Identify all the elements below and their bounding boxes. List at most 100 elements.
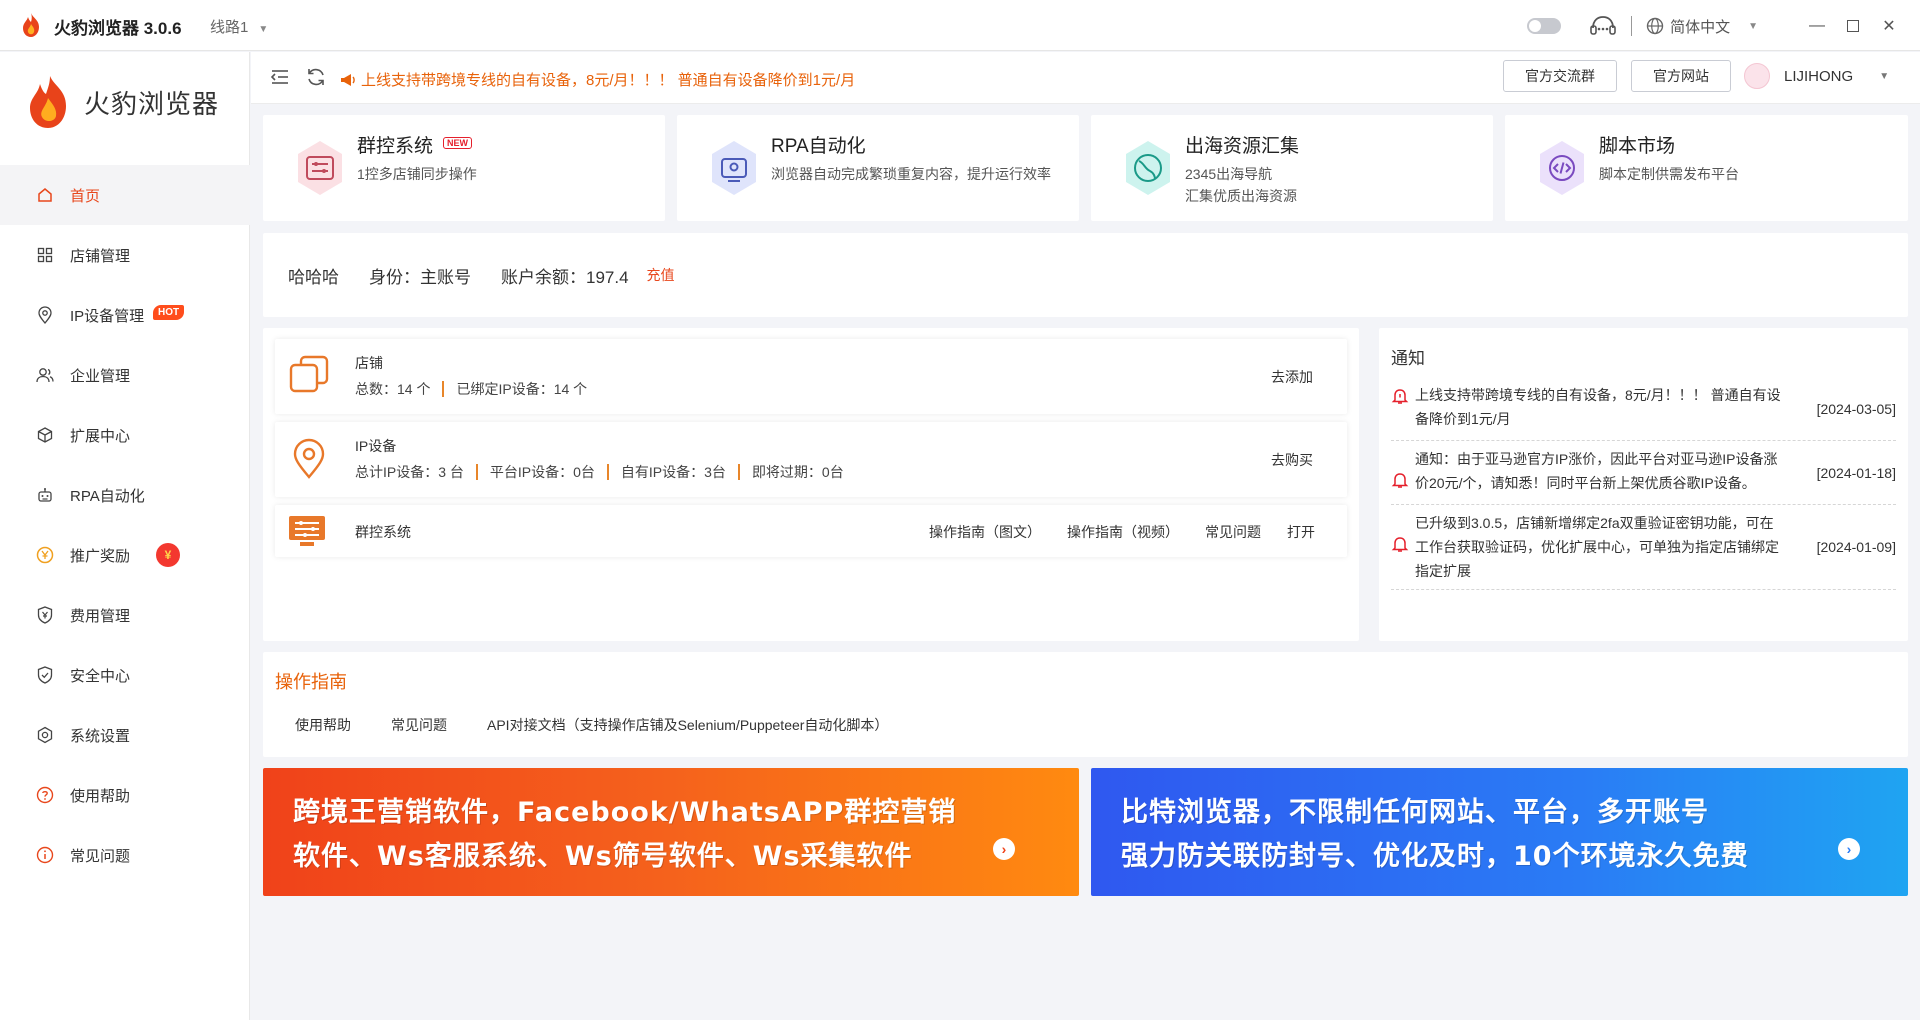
- ad-banner-marketing[interactable]: 跨境王营销软件，Facebook/WhatsAPP群控营销 软件、Ws客服系统、…: [263, 768, 1079, 896]
- open-link[interactable]: 打开: [1287, 522, 1315, 542]
- shield-money-icon: [36, 606, 54, 624]
- official-group-button[interactable]: 官方交流群: [1503, 60, 1617, 92]
- customer-service-icon[interactable]: [1589, 14, 1617, 38]
- brand-name: 火豹浏览器: [84, 88, 220, 119]
- sidebar-item-rpa[interactable]: RPA自动化: [0, 465, 250, 525]
- group-control-title: 群控系统: [355, 524, 411, 540]
- feature-desc: 浏览器自动完成繁琐重复内容，提升运行效率: [771, 166, 1051, 182]
- line-selector[interactable]: 线路1 ▼: [210, 16, 268, 37]
- notice-title: 通知: [1391, 349, 1425, 368]
- account-name: 哈哈哈: [288, 267, 339, 287]
- announcement-text: 上线支持带跨境专线的自有设备，8元/月！！！ 普通自有设备降价到1元/月: [361, 72, 856, 89]
- rpa-icon: [712, 141, 756, 195]
- bell-icon: [1391, 389, 1409, 404]
- guide-help-link[interactable]: 使用帮助: [295, 715, 351, 735]
- sidebar-item-label: 首页: [70, 187, 101, 205]
- faq-link[interactable]: 常见问题: [1205, 522, 1261, 542]
- recharge-link[interactable]: 充值: [647, 265, 675, 285]
- store-stats: 总数：14 个已绑定IP设备：14 个: [355, 381, 588, 397]
- notice-date: [2024-01-18]: [1816, 464, 1896, 481]
- window-title: 火豹浏览器 3.0.6: [54, 19, 182, 38]
- sidebar-item-label: 安全中心: [70, 667, 131, 685]
- users-icon: [36, 366, 54, 384]
- group-control-icon: [298, 141, 342, 195]
- banner-line: 强力防关联防封号、优化及时，10个环境永久免费: [1121, 841, 1749, 872]
- group-control-row: 群控系统 操作指南（图文） 操作指南（视频） 常见问题 打开: [275, 505, 1347, 557]
- feature-desc: 1控多店铺同步操作: [357, 166, 477, 182]
- refresh-icon[interactable]: [305, 66, 327, 88]
- store-copy-icon: [289, 355, 329, 393]
- sidebar-item-billing[interactable]: 费用管理: [0, 585, 250, 645]
- notice-item[interactable]: 已升级到3.0.5，店铺新增绑定2fa双重验证密钥功能，可在工作台获取验证码，优…: [1391, 505, 1896, 590]
- guide-api-link[interactable]: API对接文档（支持操作店铺及Selenium/Puppeteer自动化脚本）: [487, 715, 888, 735]
- feature-title: 脚本市场: [1599, 136, 1676, 157]
- close-button[interactable]: ✕: [1878, 15, 1900, 37]
- notice-date: [2024-03-05]: [1816, 400, 1896, 417]
- collapse-menu-icon[interactable]: [269, 66, 291, 88]
- buy-ip-link[interactable]: 去购买: [1271, 450, 1313, 470]
- banner-line: 比特浏览器，不限制任何网站、平台，多开账号: [1121, 797, 1709, 828]
- feature-card-scripts[interactable]: 脚本市场 脚本定制供需发布平台: [1505, 115, 1908, 221]
- user-menu[interactable]: LIJIHONG ▼: [1744, 63, 1889, 89]
- store-title: 店铺: [355, 355, 383, 371]
- sidebar-nav: 首页 店铺管理 IP设备管理 HOT 企业管理 扩展中心 RPA自动化 推广奖励…: [0, 165, 250, 885]
- guide-title: 操作指南: [275, 672, 347, 692]
- sidebar-item-home[interactable]: 首页: [0, 165, 250, 225]
- add-store-link[interactable]: 去添加: [1271, 367, 1313, 387]
- sidebar-item-ip-devices[interactable]: IP设备管理 HOT: [0, 285, 250, 345]
- feature-card-resources[interactable]: 出海资源汇集 2345出海导航 汇集优质出海资源: [1091, 115, 1493, 221]
- sidebar-item-enterprise[interactable]: 企业管理: [0, 345, 250, 405]
- language-selector[interactable]: 简体中文 ▼: [1646, 16, 1758, 37]
- chevron-down-icon: ▼: [1748, 20, 1758, 32]
- sidebar-item-faq[interactable]: 常见问题: [0, 825, 250, 885]
- hot-badge: HOT: [153, 305, 185, 320]
- script-market-icon: [1540, 141, 1584, 195]
- language-label: 简体中文: [1670, 18, 1731, 36]
- settings-icon: [36, 726, 54, 744]
- guide-text-link[interactable]: 操作指南（图文）: [929, 522, 1041, 542]
- sidebar-item-label: 店铺管理: [70, 247, 131, 265]
- sidebar-item-label: 扩展中心: [70, 427, 131, 445]
- red-envelope-badge: ¥: [156, 543, 180, 567]
- globe-resources-icon: [1126, 141, 1170, 195]
- ip-stats: 总计IP设备：3 台平台IP设备：0台 自有IP设备：3台 即将过期：0台: [355, 464, 844, 480]
- grid-icon: [36, 246, 54, 264]
- feature-card-group-control[interactable]: 群控系统 NEW 1控多店铺同步操作: [263, 115, 665, 221]
- globe-icon: [1646, 17, 1664, 35]
- group-control-links: 操作指南（图文） 操作指南（视频） 常见问题 打开: [929, 522, 1315, 542]
- sidebar-item-referral[interactable]: 推广奖励 ¥: [0, 525, 250, 585]
- guide-video-link[interactable]: 操作指南（视频）: [1067, 522, 1179, 542]
- minimize-button[interactable]: —: [1806, 15, 1828, 37]
- store-row: 店铺 总数：14 个已绑定IP设备：14 个 去添加: [275, 339, 1347, 414]
- notice-item[interactable]: 通知：由于亚马逊官方IP涨价，因此平台对亚马逊IP设备涨价20元/个，请知悉！同…: [1391, 441, 1896, 505]
- account-summary: 哈哈哈 身份：主账号 账户余额：197.4 充值: [263, 233, 1908, 317]
- theme-toggle[interactable]: [1527, 18, 1562, 34]
- help-icon: [36, 786, 54, 804]
- sidebar-item-stores[interactable]: 店铺管理: [0, 225, 250, 285]
- official-site-button[interactable]: 官方网站: [1631, 60, 1731, 92]
- operation-guide: 操作指南 使用帮助 常见问题 API对接文档（支持操作店铺及Selenium/P…: [263, 652, 1908, 757]
- sidebar: 火豹浏览器 首页 店铺管理 IP设备管理 HOT 企业管理 扩展中心 RPA自动…: [0, 52, 250, 1020]
- sidebar-item-security[interactable]: 安全中心: [0, 645, 250, 705]
- announcement-banner[interactable]: 上线支持带跨境专线的自有设备，8元/月！！！ 普通自有设备降价到1元/月: [339, 69, 855, 90]
- sidebar-item-label: 使用帮助: [70, 787, 131, 805]
- ad-banner-browser[interactable]: 比特浏览器，不限制任何网站、平台，多开账号 强力防关联防封号、优化及时，10个环…: [1091, 768, 1908, 896]
- banner-line: 跨境王营销软件，Facebook/WhatsAPP群控营销: [293, 797, 957, 828]
- avatar: [1744, 63, 1770, 89]
- arrow-right-icon: ›: [993, 838, 1015, 860]
- sidebar-item-label: IP设备管理: [70, 307, 145, 325]
- sidebar-item-extensions[interactable]: 扩展中心: [0, 405, 250, 465]
- divider: [1631, 16, 1633, 36]
- maximize-button[interactable]: [1842, 15, 1864, 37]
- notice-text: 已升级到3.0.5，店铺新增绑定2fa双重验证密钥功能，可在工作台获取验证码，优…: [1415, 515, 1779, 579]
- sidebar-item-help[interactable]: 使用帮助: [0, 765, 250, 825]
- account-role: 身份：主账号: [369, 267, 471, 287]
- notice-item[interactable]: 上线支持带跨境专线的自有设备，8元/月！！！ 普通自有设备降价到1元/月 [20…: [1391, 377, 1896, 441]
- monitor-control-icon: [289, 516, 325, 546]
- guide-faq-link[interactable]: 常见问题: [391, 715, 447, 735]
- sidebar-item-settings[interactable]: 系统设置: [0, 705, 250, 765]
- account-balance: 账户余额：197.4: [501, 267, 629, 287]
- line-label: 线路1: [210, 19, 249, 36]
- feature-card-rpa[interactable]: RPA自动化 浏览器自动完成繁琐重复内容，提升运行效率: [677, 115, 1079, 221]
- notice-panel: 通知 上线支持带跨境专线的自有设备，8元/月！！！ 普通自有设备降价到1元/月 …: [1379, 328, 1908, 641]
